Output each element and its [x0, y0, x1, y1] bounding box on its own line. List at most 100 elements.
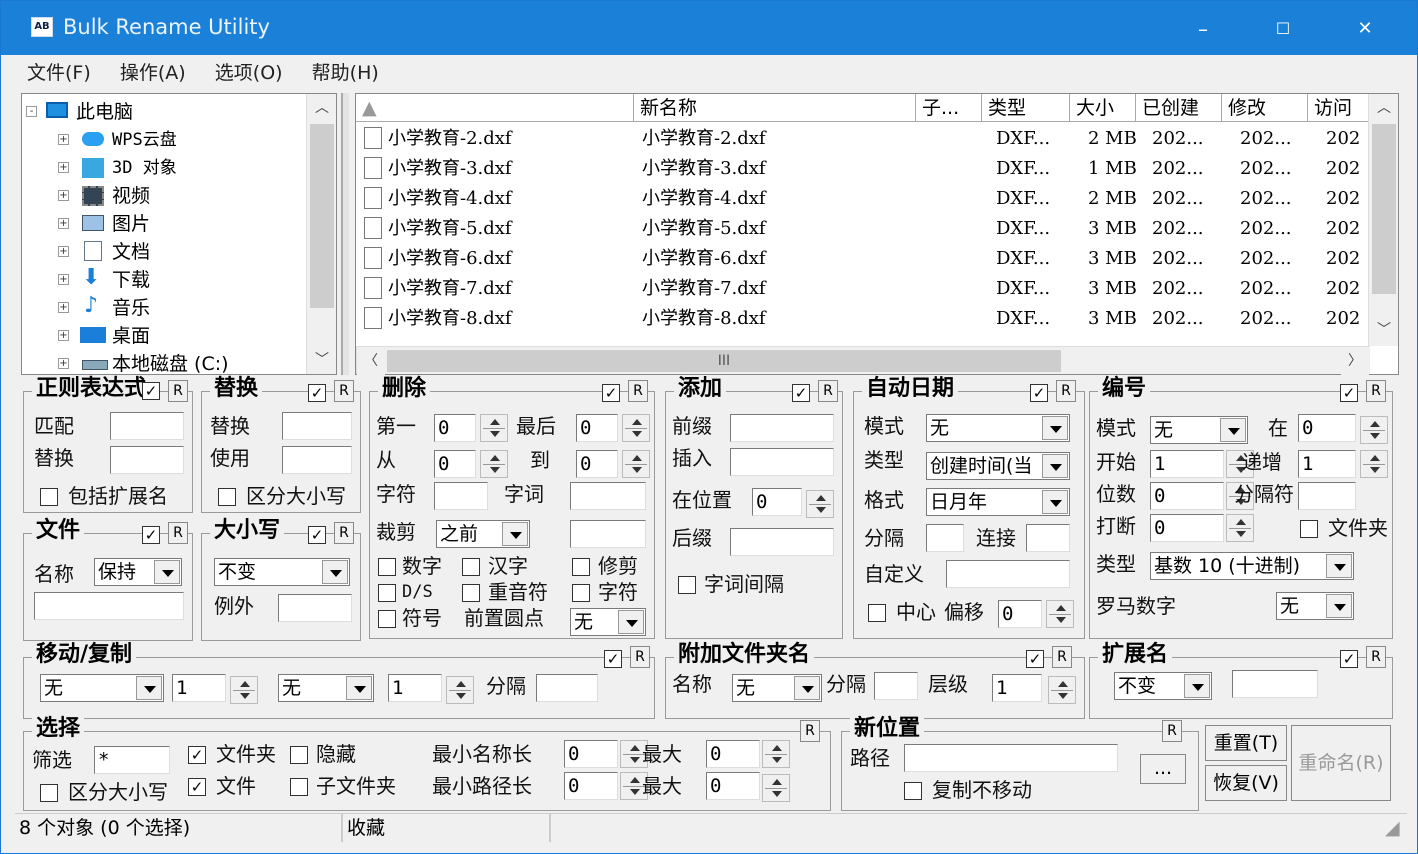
appendfolder-enable-checkbox[interactable]: ✓ — [1026, 650, 1044, 668]
table-row[interactable]: 小学教育-8.dxf 小学教育-8.dxf DXF... 3 MB 202... 202.… — [356, 304, 1370, 334]
reset-button[interactable]: 重置(T) — [1205, 725, 1287, 761]
center-checkbox[interactable] — [868, 604, 886, 622]
scroll-left-icon[interactable]: 〈 — [357, 347, 385, 375]
file-name-input[interactable] — [34, 592, 184, 620]
resize-grip-icon[interactable]: ◢ — [1385, 814, 1400, 842]
expand-icon[interactable]: + — [58, 218, 69, 229]
expand-icon[interactable]: + — [58, 330, 69, 341]
movecopy-n2-spinner[interactable] — [446, 676, 474, 704]
max-path-input[interactable]: 0 — [706, 772, 760, 800]
trim-checkbox[interactable] — [572, 558, 590, 576]
movecopy-n1-spinner[interactable] — [230, 676, 258, 704]
num-start-input[interactable]: 1 — [1150, 450, 1224, 478]
case-reset-button[interactable]: R — [334, 522, 354, 544]
scroll-right-icon[interactable]: 〉 — [1341, 347, 1369, 375]
subfolders-checkbox[interactable] — [290, 778, 308, 796]
insert-input[interactable] — [730, 448, 834, 476]
date-format-select[interactable]: 日月年 — [926, 488, 1070, 516]
last-input[interactable]: 0 — [576, 414, 618, 442]
table-row[interactable]: 小学教育-6.dxf 小学教育-6.dxf DXF... 3 MB 202... 202.… — [356, 244, 1370, 274]
folders-checkbox[interactable]: ✓ — [188, 746, 206, 764]
num-type-select[interactable]: 基数 10 (十进制) — [1150, 552, 1354, 580]
copy-not-move-checkbox[interactable] — [904, 782, 922, 800]
prefix-input[interactable] — [730, 414, 834, 442]
add-enable-checkbox[interactable]: ✓ — [792, 384, 810, 402]
lead-dots-select[interactable]: 无 — [570, 608, 646, 636]
movecopy-n1-input[interactable]: 1 — [172, 674, 226, 702]
case-sensitive-checkbox[interactable] — [218, 488, 236, 506]
num-incr-input[interactable]: 1 — [1298, 450, 1356, 478]
autodate-enable-checkbox[interactable]: ✓ — [1030, 384, 1048, 402]
col-header-name[interactable]: ▲ — [356, 94, 634, 122]
menu-help[interactable]: 帮助(H) — [300, 57, 391, 89]
list-hscroll[interactable]: 〈 III 〉 — [356, 346, 1370, 375]
selection-case-checkbox[interactable] — [40, 784, 58, 802]
movecopy-reset-button[interactable]: R — [630, 646, 650, 668]
include-ext-checkbox[interactable] — [40, 488, 58, 506]
minimize-button[interactable]: – — [1173, 9, 1233, 49]
menu-options[interactable]: 选项(O) — [203, 57, 295, 89]
scroll-up-icon[interactable]: ︿ — [1370, 94, 1398, 122]
expand-icon[interactable]: + — [58, 358, 69, 369]
word-space-checkbox[interactable] — [678, 576, 696, 594]
col-header-size[interactable]: 大小 — [1070, 94, 1136, 122]
list-vscroll[interactable]: ︿ ﹀ — [1368, 94, 1398, 346]
table-row[interactable]: 小学教育-2.dxf 小学教育-2.dxf DXF... 2 MB 202... 202.… — [356, 124, 1370, 154]
date-type-select[interactable]: 创建时间(当 — [926, 452, 1070, 480]
date-offset-spinner[interactable] — [1046, 600, 1074, 628]
col-header-accessed[interactable]: 访问 — [1308, 94, 1370, 122]
rename-button[interactable]: 重命名(R) — [1291, 725, 1391, 801]
date-connect-input[interactable] — [1026, 524, 1070, 552]
case-except-input[interactable] — [278, 594, 352, 622]
col-header-type[interactable]: 类型 — [982, 94, 1070, 122]
crop-input[interactable] — [570, 520, 646, 548]
extension-enable-checkbox[interactable]: ✓ — [1340, 650, 1358, 668]
menu-action[interactable]: 操作(A) — [108, 57, 198, 89]
files-checkbox[interactable]: ✓ — [188, 778, 206, 796]
remove-enable-checkbox[interactable]: ✓ — [602, 384, 620, 402]
movecopy-select-1[interactable]: 无 — [40, 674, 164, 702]
replace-reset-button[interactable]: R — [334, 380, 354, 402]
suffix-input[interactable] — [730, 528, 834, 556]
scroll-thumb[interactable] — [1372, 124, 1396, 294]
hidden-checkbox[interactable] — [290, 746, 308, 764]
num-break-input[interactable]: 0 — [1150, 514, 1224, 542]
num-incr-spinner[interactable] — [1360, 450, 1388, 478]
appendfolder-reset-button[interactable]: R — [1052, 646, 1072, 668]
movecopy-sep-input[interactable] — [536, 674, 598, 702]
file-enable-checkbox[interactable]: ✓ — [142, 526, 160, 544]
numbering-enable-checkbox[interactable]: ✓ — [1340, 384, 1358, 402]
status-favorites[interactable]: 收藏 — [347, 814, 385, 842]
num-folder-checkbox[interactable] — [1300, 520, 1318, 538]
first-spinner[interactable] — [480, 414, 508, 442]
replace-input[interactable] — [282, 412, 352, 440]
expand-icon[interactable]: + — [58, 302, 69, 313]
col-header-newname[interactable]: 新名称 — [634, 94, 916, 122]
table-row[interactable]: 小学教育-4.dxf 小学教育-4.dxf DXF... 2 MB 202... 202.… — [356, 184, 1370, 214]
date-custom-input[interactable] — [946, 560, 1070, 588]
regex-reset-button[interactable]: R — [168, 380, 188, 402]
table-row[interactable]: 小学教育-7.dxf 小学教育-7.dxf DXF... 3 MB 202... 202.… — [356, 274, 1370, 304]
extension-input[interactable] — [1232, 670, 1318, 698]
expand-icon[interactable]: + — [58, 162, 69, 173]
replace-enable-checkbox[interactable]: ✓ — [308, 384, 326, 402]
scroll-up-icon[interactable]: ︿ — [308, 94, 336, 122]
newloc-path-input[interactable] — [904, 744, 1118, 772]
col-header-sub[interactable]: 子... — [916, 94, 982, 122]
regex-enable-checkbox[interactable]: ✓ — [142, 382, 160, 400]
digits-checkbox[interactable] — [378, 558, 396, 576]
folder-tree[interactable]: - 此电脑 + WPS云盘 +3D 对象 + 视频 + 图片 + 文档 + ⬇ 下载 + ♪ 音… — [21, 93, 337, 375]
regex-match-input[interactable] — [110, 412, 184, 440]
appendfolder-levels-spinner[interactable] — [1048, 676, 1076, 704]
accented-checkbox[interactable] — [462, 584, 480, 602]
movecopy-enable-checkbox[interactable]: ✓ — [604, 650, 622, 668]
selection-reset-button[interactable]: R — [800, 720, 820, 742]
col-header-created[interactable]: 已创建 — [1136, 94, 1222, 122]
scroll-down-icon[interactable]: ﹀ — [308, 346, 336, 374]
ds-checkbox[interactable] — [378, 584, 396, 602]
extension-select[interactable]: 不变 — [1114, 672, 1212, 700]
splitter[interactable] — [341, 93, 349, 375]
max-name-spinner[interactable] — [762, 740, 790, 768]
first-input[interactable]: 0 — [434, 414, 476, 442]
words-input[interactable] — [570, 482, 646, 510]
